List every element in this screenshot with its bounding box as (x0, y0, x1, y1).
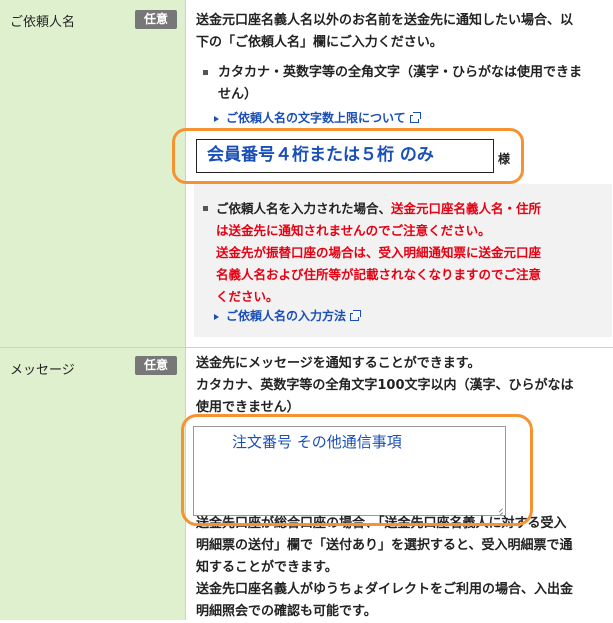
requester-label-cell: ご依頼人名 任意 (0, 0, 186, 347)
char-limit-link-text[interactable]: ご依頼人名の文字数上限について (226, 111, 406, 125)
message-content: 送金先にメッセージを通知することができます。 カタカナ、英数字等の全角文字100… (186, 348, 613, 620)
caution-line2: は送金先に通知されませんのでご注意ください。 (216, 223, 491, 238)
external-window-icon (409, 112, 421, 123)
caution-line4: 名義人名および住所等が記載されなくなりますのでご注意 (216, 267, 542, 282)
message-row: メッセージ 任意 送金先にメッセージを通知することができます。 カタカナ、英数字… (0, 347, 613, 620)
bullet-icon (203, 70, 208, 75)
caution-line1: ご依頼人名を入力された場合、送金元口座名義人名・住所 (216, 198, 541, 220)
triangle-link-icon (214, 314, 219, 320)
message-label-cell: メッセージ 任意 (0, 348, 186, 620)
input-method-link[interactable]: ご依頼人名の入力方法 (226, 307, 362, 325)
message-after-line4: 送金先口座名義人がゆうちょダイレクトをご利用の場合、入出金 (196, 582, 574, 597)
char-limit-link[interactable]: ご依頼人名の文字数上限について (226, 109, 421, 127)
optional-badge: 任意 (135, 356, 177, 375)
message-textarea[interactable]: 注文番号 その他通信事項 (193, 426, 506, 516)
message-desc-line2: カタカナ、英数字等の全角文字100文字以内（漢字、ひらがなは (196, 378, 574, 393)
honorific-suffix: 様 (498, 152, 511, 166)
requester-name-row: ご依頼人名 任意 送金元口座名義人名以外のお名前を送金先に通知したい場合、以 下… (0, 0, 613, 347)
requester-desc-line1: 送金元口座名義人名以外のお名前を送金先に通知したい場合、以 (196, 13, 574, 28)
message-textarea-value: 注文番号 その他通信事項 (232, 433, 402, 451)
requester-content: 送金元口座名義人名以外のお名前を送金先に通知したい場合、以 下の「ご依頼人名」欄… (186, 0, 613, 347)
caution-line1-text: ご依頼人名を入力された場合、 (216, 201, 392, 216)
message-desc-line3: 使用できません） (196, 400, 300, 415)
message-after-line2: 明細票の送付」欄で「送付あり」を選択すると、受入明細票で通 (196, 538, 573, 553)
requester-caution-box: ご依頼人名を入力された場合、送金元口座名義人名・住所 は送金先に通知されませんの… (194, 184, 612, 337)
requester-name-input[interactable]: 会員番号４桁または５桁 のみ (196, 139, 494, 173)
requester-bullet-line2: せん） (218, 87, 258, 102)
caution-line3: 送金先が振替口座の場合は、受入明細通知票に送金元口座 (216, 245, 542, 260)
requester-desc-line2: 下の「ご依頼人名」欄にご入力ください。 (196, 35, 443, 50)
message-desc-line1: 送金先にメッセージを通知することができます。 (196, 356, 481, 371)
remittance-form-table: ご依頼人名 任意 送金元口座名義人名以外のお名前を送金先に通知したい場合、以 下… (0, 0, 613, 620)
requester-label: ご依頼人名 (10, 15, 76, 30)
message-after-line1: 送金先口座が総合口座の場合、「送金先口座名義人に対する受入 (196, 516, 567, 531)
message-label: メッセージ (10, 363, 75, 378)
input-method-link-text[interactable]: ご依頼人名の入力方法 (226, 309, 346, 323)
caution-line5: ください。 (216, 289, 279, 304)
bullet-icon (203, 206, 208, 211)
external-window-icon (350, 310, 362, 321)
triangle-link-icon (214, 116, 219, 122)
requester-bullet-line1: カタカナ・英数字等の全角文字（漢字・ひらがなは使用できま (218, 65, 583, 80)
resize-grip-icon[interactable] (495, 505, 503, 513)
caution-line1-warning: 送金元口座名義人名・住所 (391, 201, 542, 216)
optional-badge: 任意 (135, 10, 177, 29)
message-after-line3: 知することができます。 (196, 560, 338, 575)
